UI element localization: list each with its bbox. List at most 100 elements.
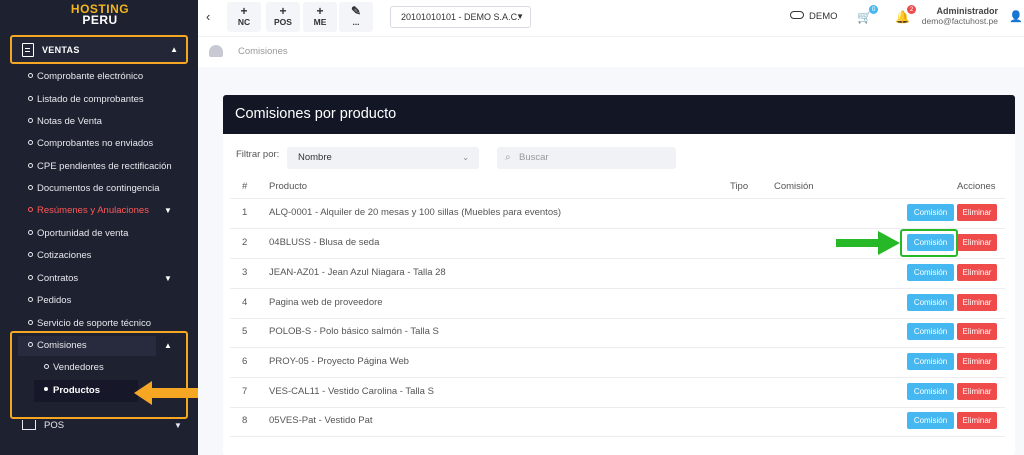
row-product: Pagina web de proveedore: [269, 297, 383, 308]
eliminar-button[interactable]: Eliminar: [957, 412, 997, 429]
breadcrumb: Comisiones: [238, 46, 288, 57]
sidebar-item-soporte-tecnico[interactable]: Servicio de soporte técnico: [28, 317, 151, 331]
row-product: POLOB-S - Polo básico salmón - Talla S: [269, 326, 439, 337]
circle-icon: [28, 319, 33, 325]
sidebar-item-label: Notas de Venta: [37, 116, 102, 127]
document-icon: [22, 42, 34, 57]
row-product: PROY-05 - Proyecto Página Web: [269, 356, 409, 367]
column-header-comision: Comisión: [774, 181, 814, 192]
sidebar-item-cotizaciones[interactable]: Cotizaciones: [28, 249, 91, 263]
new-pos-button[interactable]: + POS: [266, 2, 300, 32]
row-product: ALQ-0001 - Alquiler de 20 mesas y 100 si…: [269, 207, 562, 218]
sidebar-item-comprobantes-no-enviados[interactable]: Comprobantes no enviados: [28, 137, 153, 151]
eliminar-button[interactable]: Eliminar: [957, 234, 997, 251]
column-header-num: #: [242, 181, 248, 192]
cart-icon: [22, 420, 36, 431]
filter-label: Filtrar por:: [236, 149, 280, 160]
comision-button[interactable]: Comisión: [907, 264, 954, 281]
filter-value: Nombre: [298, 152, 332, 163]
table-row: 4 Pagina web de proveedore Comisión Elim…: [230, 289, 1005, 319]
column-header-tipo: Tipo: [730, 181, 749, 192]
circle-icon: [28, 296, 33, 302]
column-header-product: Producto: [269, 181, 308, 192]
chevron-down-icon: ▼: [174, 421, 182, 430]
chevron-down-icon: ⌄: [462, 153, 469, 162]
column-header-acciones: Acciones: [957, 181, 996, 192]
row-number: 1: [242, 207, 248, 218]
sidebar-item-comprobante-electronico[interactable]: Comprobante electrónico: [28, 70, 143, 84]
eliminar-button[interactable]: Eliminar: [957, 353, 997, 370]
sidebar-subitem-vendedores[interactable]: Vendedores: [44, 361, 104, 375]
comision-button[interactable]: Comisión: [907, 294, 954, 311]
sidebar-item-comisiones[interactable]: Comisiones ▲: [28, 339, 172, 353]
comision-button[interactable]: Comisión: [907, 412, 954, 429]
notification-badge: 2: [907, 5, 916, 14]
plus-icon: +: [316, 4, 324, 18]
circle-icon: [28, 206, 33, 212]
sidebar-item-label: Listado de comprobantes: [37, 94, 144, 105]
company-select[interactable]: 20101010101 - DEMO S.A.C. ▼: [390, 6, 531, 28]
arrow-left-icon: [134, 381, 206, 405]
row-number: 5: [242, 326, 248, 337]
comision-highlight-box: [900, 229, 958, 257]
user-name: Administrador: [936, 6, 998, 16]
circle-icon: [28, 184, 33, 190]
table-row: 6 PROY-05 - Proyecto Página Web Comisión…: [230, 348, 1005, 378]
sidebar-item-resumenes-anulaciones[interactable]: Resúmenes y Anulaciones ▼: [28, 204, 172, 218]
sidebar-item-listado-comprobantes[interactable]: Listado de comprobantes: [28, 93, 144, 107]
sidebar-item-contratos[interactable]: Contratos ▼: [28, 272, 172, 286]
arrow-right-icon: [836, 231, 900, 255]
circle-icon: [28, 229, 33, 235]
eliminar-button[interactable]: Eliminar: [957, 264, 997, 281]
plus-icon: +: [279, 4, 287, 18]
chevron-up-icon: ▲: [164, 341, 172, 350]
filter-select[interactable]: Nombre ⌄: [287, 147, 479, 169]
eliminar-button[interactable]: Eliminar: [957, 294, 997, 311]
dashboard-icon: [209, 45, 223, 57]
bullet-icon: [44, 387, 48, 392]
row-number: 3: [242, 267, 248, 278]
sidebar-item-label: Comprobante electrónico: [37, 71, 144, 82]
comision-button[interactable]: Comisión: [907, 383, 954, 400]
comision-button[interactable]: Comisión: [907, 323, 954, 340]
sidebar-item-cpe-pendientes[interactable]: CPE pendientes de rectificación: [28, 160, 172, 174]
pencil-icon: ✎: [350, 4, 362, 18]
more-button[interactable]: ✎...: [339, 2, 373, 32]
sidebar-item-label: Cotizaciones: [37, 250, 92, 261]
circle-icon: [28, 251, 33, 257]
chevron-down-icon: ▼: [164, 206, 172, 215]
chevron-left-icon[interactable]: ‹: [206, 9, 210, 24]
eliminar-button[interactable]: Eliminar: [957, 204, 997, 221]
sidebar-section-ventas[interactable]: VENTAS ▲: [10, 35, 188, 64]
comision-button[interactable]: Comisión: [907, 204, 954, 221]
comision-button[interactable]: Comisión: [907, 353, 954, 370]
row-product: JEAN-AZ01 - Jean Azul Niagara - Talla 28: [269, 267, 446, 278]
breadcrumb-bar: [198, 36, 1024, 66]
sidebar-subitem-productos[interactable]: Productos: [44, 384, 100, 398]
search-input[interactable]: ⌕ Buscar: [497, 147, 676, 169]
row-product: 05VES-Pat - Vestido Pat: [269, 415, 373, 426]
sidebar-item-label: Pedidos: [37, 295, 72, 306]
sidebar-item-label: Comprobantes no enviados: [37, 138, 154, 149]
sidebar-item-pos[interactable]: POS ▼: [22, 420, 182, 431]
chevron-down-icon: ▼: [516, 12, 524, 21]
sidebar-item-oportunidad-venta[interactable]: Oportunidad de venta: [28, 227, 128, 241]
eliminar-button[interactable]: Eliminar: [957, 383, 997, 400]
demo-toggle[interactable]: DEMO: [790, 11, 838, 22]
sidebar-item-label: Resúmenes y Anulaciones: [37, 205, 149, 216]
sidebar-item-pedidos[interactable]: Pedidos: [28, 294, 71, 308]
new-me-button[interactable]: + ME: [303, 2, 337, 32]
search-icon: ⌕: [505, 152, 511, 163]
circle-icon: [28, 139, 33, 145]
logo-line2: PERU: [82, 13, 118, 27]
eliminar-button[interactable]: Eliminar: [957, 323, 997, 340]
sidebar-item-notas-venta[interactable]: Notas de Venta: [28, 115, 102, 129]
new-nc-button[interactable]: + NC: [227, 2, 261, 32]
user-email: demo@factuhost.pe: [921, 16, 998, 26]
sidebar-item-documentos-contingencia[interactable]: Documentos de contingencia: [28, 182, 160, 196]
toggle-icon: [790, 11, 804, 20]
user-info[interactable]: Administrador demo@factuhost.pe: [922, 6, 998, 26]
sidebar-item-label: Contratos: [37, 273, 79, 284]
circle-icon: [28, 117, 33, 123]
user-icon[interactable]: 👤: [1009, 10, 1023, 23]
